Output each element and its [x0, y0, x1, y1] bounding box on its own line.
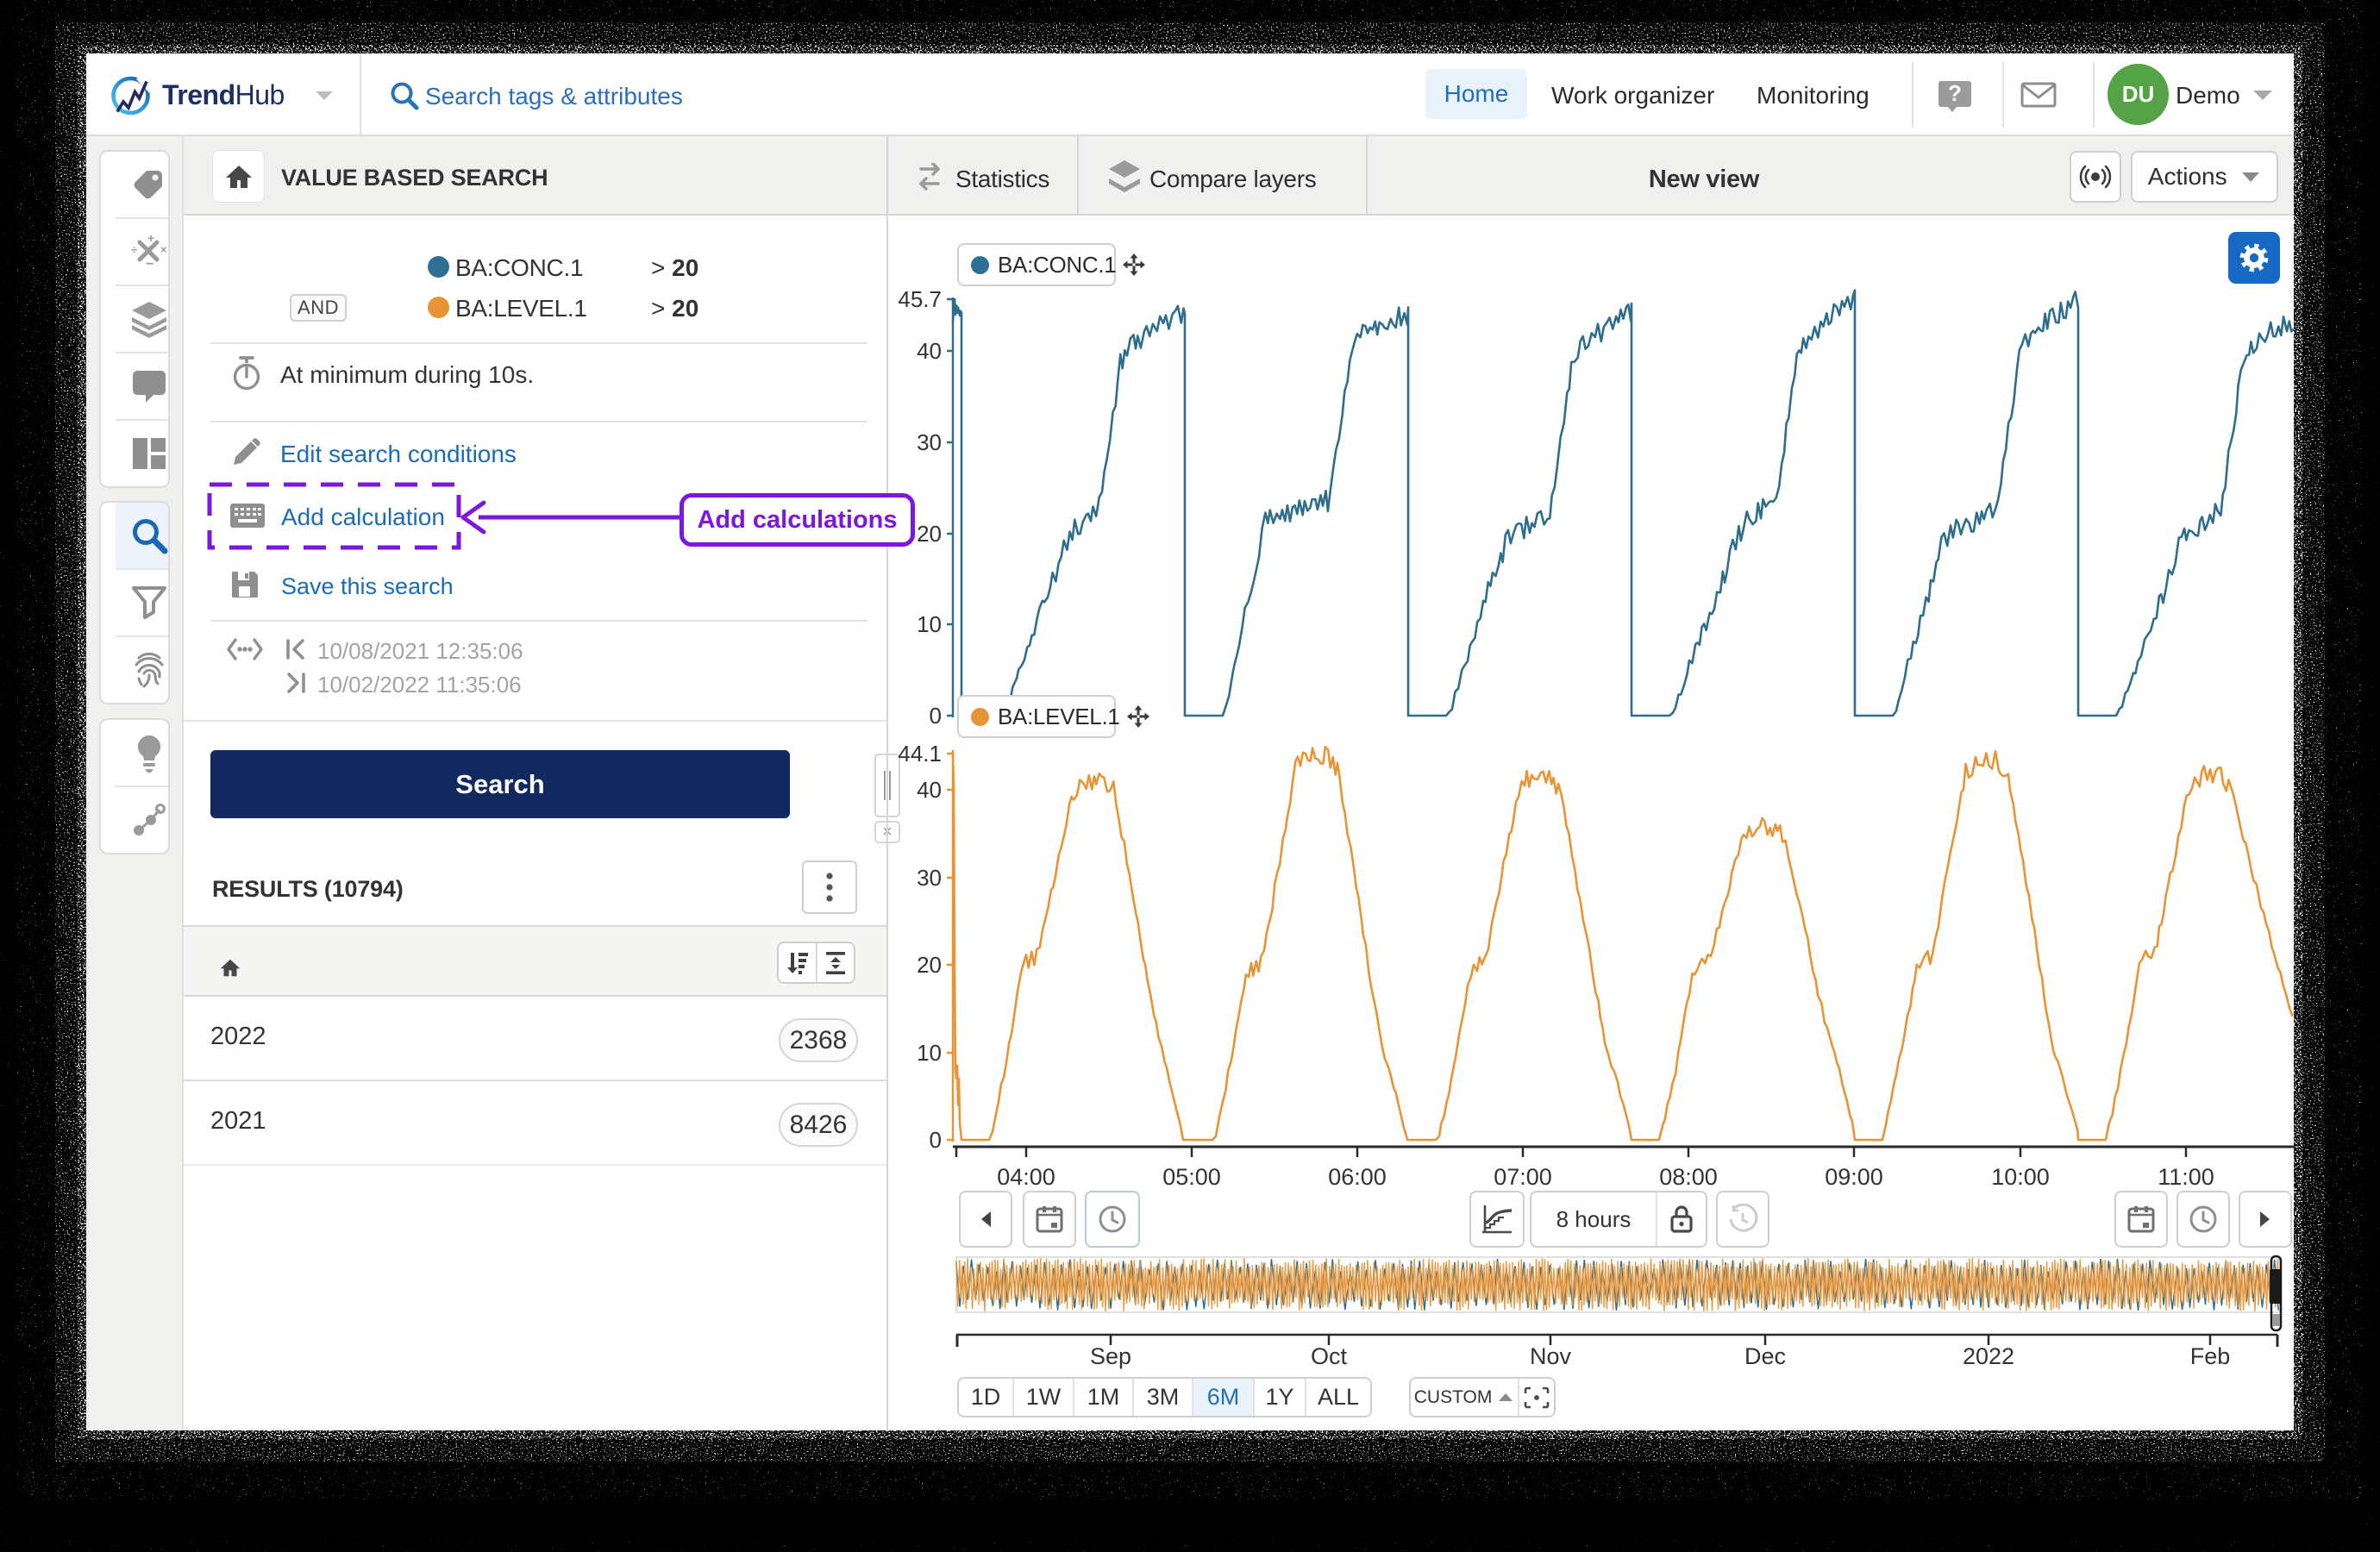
svg-text:Oct: Oct [1311, 1343, 1348, 1369]
svg-text:10:00: 10:00 [1991, 1164, 2050, 1190]
svg-text:Nov: Nov [1530, 1343, 1572, 1369]
svg-text:Dec: Dec [1744, 1343, 1786, 1369]
svg-text:+: + [147, 232, 154, 245]
svg-text:10: 10 [917, 611, 942, 637]
svg-text:05:00: 05:00 [1162, 1164, 1221, 1190]
svg-text:20: 20 [917, 952, 942, 978]
svg-text:÷: ÷ [131, 243, 137, 256]
svg-text:0: 0 [930, 1127, 942, 1153]
svg-text:10: 10 [917, 1040, 942, 1066]
svg-text:11:00: 11:00 [2158, 1164, 2214, 1190]
svg-text:0: 0 [930, 703, 942, 729]
svg-text:?: ? [1948, 80, 1962, 106]
svg-text:Sep: Sep [1090, 1343, 1131, 1369]
svg-text:06:00: 06:00 [1328, 1164, 1387, 1190]
svg-text:45.7: 45.7 [898, 286, 942, 312]
svg-text:44.1: 44.1 [898, 741, 942, 767]
svg-text:40: 40 [917, 338, 942, 364]
svg-text:40: 40 [917, 777, 942, 803]
svg-text:20: 20 [917, 521, 942, 547]
svg-text:04:00: 04:00 [997, 1164, 1055, 1190]
svg-text:09:00: 09:00 [1825, 1164, 1883, 1190]
svg-text:×: × [160, 243, 167, 256]
svg-text:30: 30 [917, 865, 942, 891]
svg-text:07:00: 07:00 [1494, 1164, 1552, 1190]
svg-text:08:00: 08:00 [1659, 1164, 1718, 1190]
svg-text:Feb: Feb [2190, 1343, 2231, 1369]
svg-text:30: 30 [917, 429, 942, 455]
svg-text:2022: 2022 [1963, 1343, 2014, 1369]
svg-text:−: − [146, 257, 153, 272]
